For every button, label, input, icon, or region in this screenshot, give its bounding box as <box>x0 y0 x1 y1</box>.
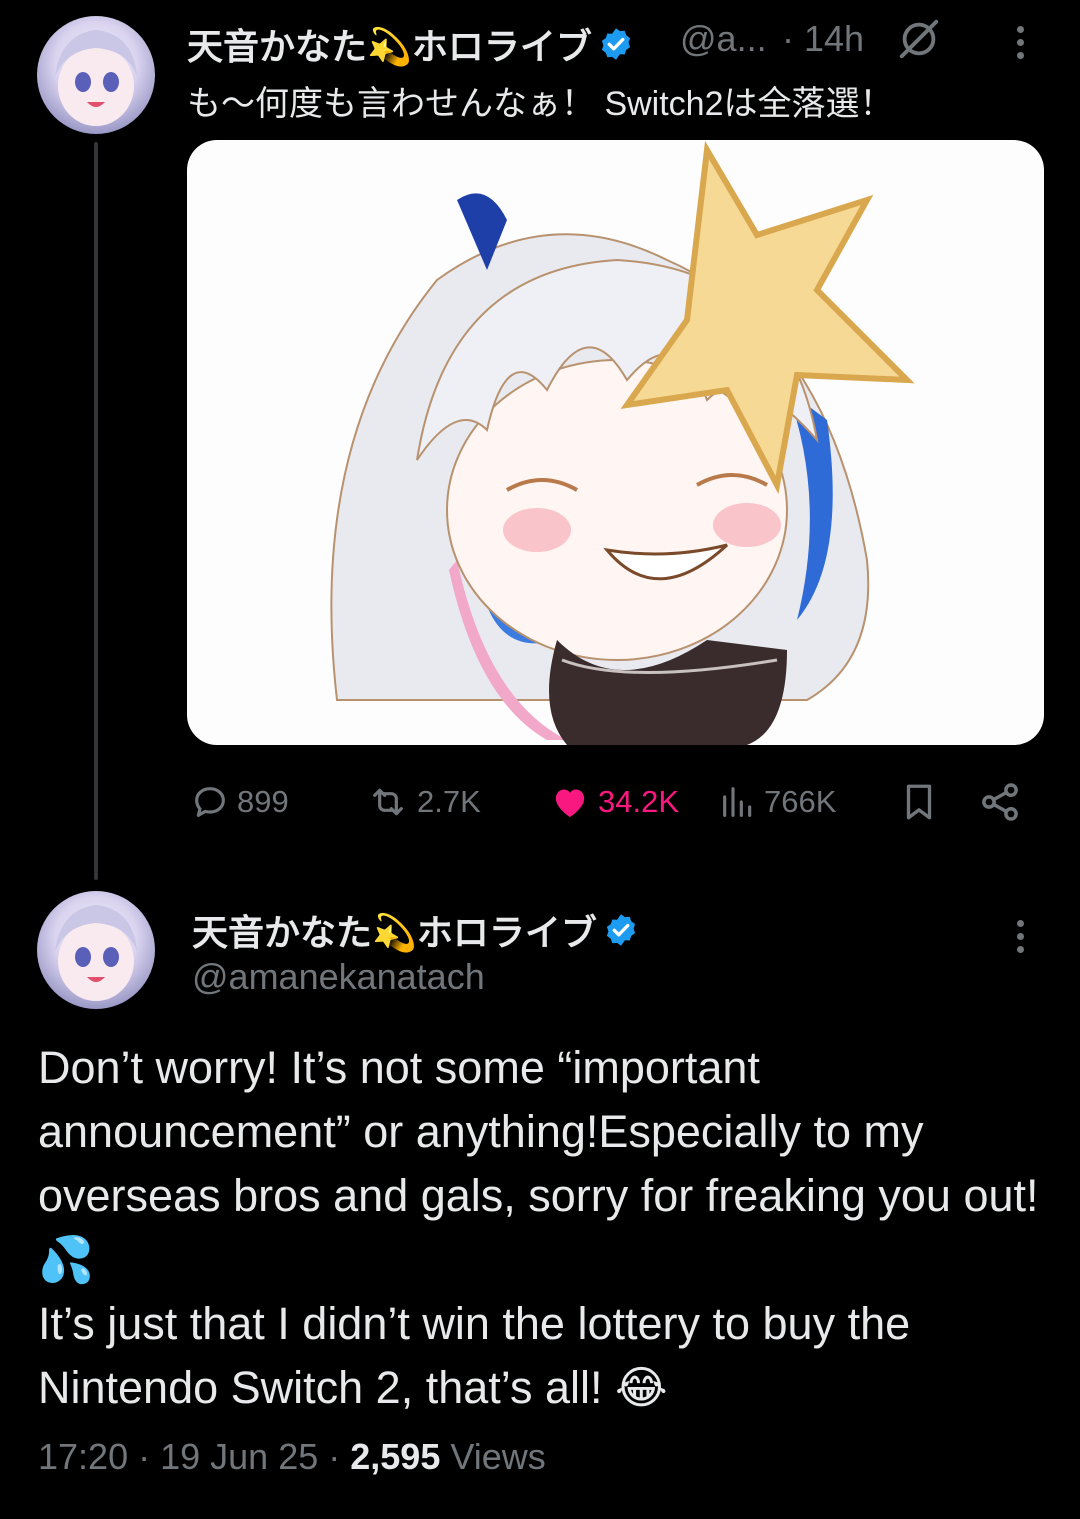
main-author-handle[interactable]: @amanekanatach <box>192 956 485 998</box>
parent-author-handle[interactable]: @a... <box>680 18 767 60</box>
parent-author-name[interactable]: 天音かなた💫ホロライブ <box>187 18 634 70</box>
parent-tweet-image[interactable] <box>187 140 1044 745</box>
main-tweet-paragraph: Don’t worry! It’s not some “important an… <box>38 1042 1039 1285</box>
views-count: 2,595 <box>350 1436 441 1477</box>
parent-tweet-text: も〜何度も言わせんなぁ！ Switch2は全落選！ <box>187 85 894 123</box>
main-more-options[interactable] <box>1013 920 1027 953</box>
reply-button[interactable]: 899 <box>189 782 289 822</box>
bookmark-icon[interactable] <box>898 780 940 824</box>
views-button[interactable]: 766K <box>718 782 836 822</box>
parent-meta-separator: · <box>782 18 794 59</box>
verified-badge-icon <box>601 28 630 60</box>
share-icon[interactable] <box>978 780 1022 824</box>
parent-more-options[interactable] <box>1013 26 1027 59</box>
repost-icon <box>373 788 403 816</box>
main-tweet-paragraph: It’s just that I didn’t win the lottery … <box>38 1298 911 1413</box>
views-label: Views <box>450 1436 546 1477</box>
verified-badge-icon <box>606 914 635 946</box>
more-dots-icon <box>1016 920 1024 927</box>
repost-button[interactable]: 2.7K <box>365 782 481 822</box>
tweet-date[interactable]: 19 Jun 25 <box>160 1436 318 1477</box>
main-author-avatar[interactable] <box>37 891 155 1009</box>
parent-author-avatar[interactable] <box>37 16 155 134</box>
more-dots-icon <box>1016 26 1024 33</box>
thread-connector-line <box>94 142 98 880</box>
parent-tweet-time[interactable]: 14h <box>804 18 864 60</box>
like-button[interactable]: 34.2K <box>548 782 679 822</box>
main-author-name[interactable]: 天音かなた💫ホロライブ <box>192 904 639 956</box>
tweet-time[interactable]: 17:20 <box>38 1436 128 1477</box>
main-tweet-text: Don’t worry! It’s not some “important an… <box>38 1036 1048 1420</box>
like-heart-icon <box>555 789 585 817</box>
main-tweet-meta: 17:20 · 19 Jun 25 · 2,595 Views <box>38 1436 546 1477</box>
reply-icon <box>195 787 225 817</box>
grok-slash-icon[interactable] <box>896 16 942 62</box>
views-bar-icon <box>723 787 752 817</box>
